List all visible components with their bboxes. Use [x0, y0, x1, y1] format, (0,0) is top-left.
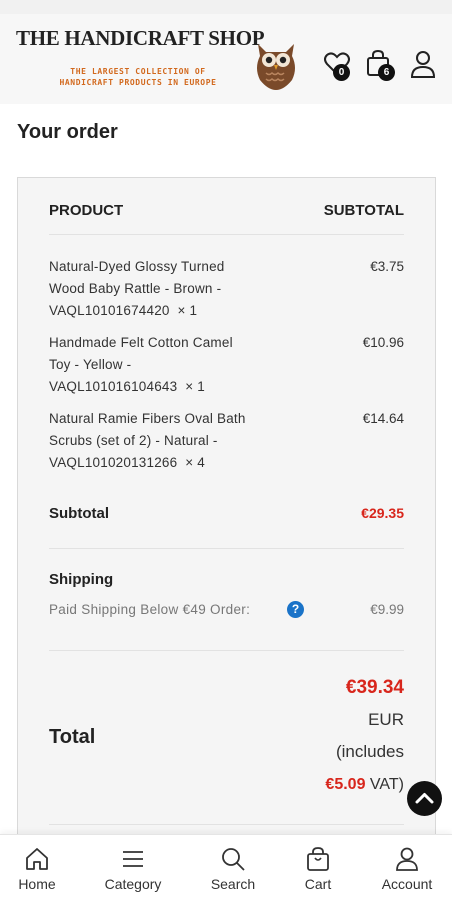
brand-tagline-line2: HANDICRAFT PRODUCTS IN EUROPE — [59, 78, 217, 87]
line-item-price: €10.96 — [362, 335, 404, 350]
nav-category-label: Category — [104, 876, 162, 892]
wishlist-count-badge: 0 — [333, 64, 350, 81]
nav-search-label: Search — [210, 876, 256, 892]
shipping-method-label: Paid Shipping Below €49 Order: — [49, 602, 251, 617]
divider — [49, 650, 404, 651]
nav-account[interactable]: Account — [362, 835, 452, 900]
total-label: Total — [49, 726, 96, 748]
divider — [49, 234, 404, 235]
shopping-bag-icon — [307, 847, 329, 871]
line-item-qty: × 1 — [185, 379, 205, 394]
vat-amount: €5.09 — [325, 776, 366, 793]
vat-amount-line: €5.09 VAT) — [325, 776, 404, 794]
chevron-up-icon — [415, 793, 434, 804]
nav-home[interactable]: Home — [0, 835, 82, 900]
shipping-price: €9.99 — [370, 602, 404, 617]
divider — [49, 824, 404, 825]
shipping-label: Shipping — [49, 571, 114, 588]
help-icon[interactable]: ? — [287, 601, 304, 618]
line-item-name: Natural Ramie Fibers Oval Bath Scrubs (s… — [49, 411, 246, 470]
nav-home-label: Home — [18, 876, 56, 892]
nav-account-label: Account — [381, 876, 433, 892]
total-amount: €39.34 — [345, 677, 404, 698]
brand-logo[interactable]: THE HANDICRAFT SHOP THE LARGEST COLLECTI… — [16, 26, 296, 92]
nav-cart[interactable]: Cart — [273, 835, 363, 900]
total-currency: EUR — [368, 710, 404, 729]
cart-button[interactable]: 6 — [365, 49, 395, 81]
home-icon — [26, 848, 48, 870]
line-item-name: Handmade Felt Cotton Camel Toy - Yellow … — [49, 335, 233, 394]
user-icon — [410, 51, 436, 78]
cart-count-badge: 6 — [378, 64, 395, 81]
scroll-to-top-button[interactable] — [407, 781, 442, 816]
menu-icon — [123, 851, 143, 867]
line-item-price: €3.75 — [370, 259, 404, 274]
subtotal-label: Subtotal — [49, 505, 109, 522]
subtotal-value: €29.35 — [361, 505, 404, 521]
total-includes-text: (includes — [335, 742, 404, 761]
product-column-header: PRODUCT — [49, 202, 124, 219]
nav-category[interactable]: Category — [88, 835, 178, 900]
user-icon — [396, 847, 418, 871]
page-title: Your order — [17, 121, 118, 143]
line-item-name: Natural-Dyed Glossy Turned Wood Baby Rat… — [49, 259, 225, 318]
search-icon — [222, 848, 245, 871]
bottom-navigation: Home Category Search Cart Account — [0, 834, 452, 900]
account-button[interactable] — [409, 50, 439, 80]
nav-cart-label: Cart — [304, 876, 332, 892]
status-strip — [0, 0, 452, 14]
vat-label: VAT) — [369, 776, 404, 793]
owl-logo-icon — [257, 44, 295, 90]
divider — [49, 548, 404, 549]
subtotal-column-header: SUBTOTAL — [323, 202, 404, 219]
wishlist-button[interactable]: 0 — [323, 50, 353, 81]
brand-tagline-line1: THE LARGEST COLLECTION OF — [70, 67, 206, 76]
line-item-price: €14.64 — [362, 411, 404, 426]
line-item-qty: × 4 — [185, 455, 205, 470]
nav-search[interactable]: Search — [188, 835, 278, 900]
brand-title: THE HANDICRAFT SHOP — [16, 26, 265, 50]
line-item-qty: × 1 — [177, 303, 198, 318]
